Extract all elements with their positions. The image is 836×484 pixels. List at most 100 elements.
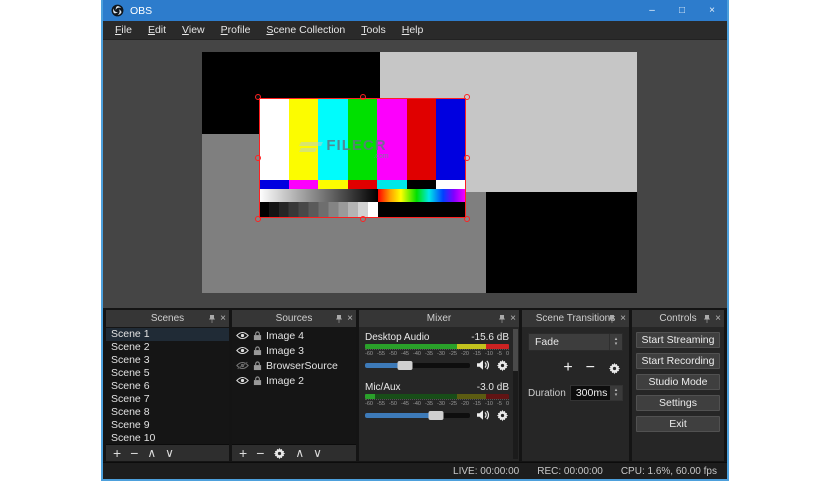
start-recording-button[interactable]: Start Recording [636, 353, 720, 369]
scene-list-item[interactable]: Scene 8 [106, 406, 229, 419]
resize-handle-top-right[interactable] [464, 94, 470, 100]
meter-tick-label: -30 [437, 351, 445, 357]
pin-icon[interactable] [208, 315, 216, 323]
move-source-down-button[interactable]: ∨ [313, 447, 322, 459]
lock-icon[interactable] [253, 346, 262, 356]
pin-icon[interactable] [703, 315, 711, 323]
resize-handle-left[interactable] [255, 155, 261, 161]
visibility-eye-icon[interactable] [236, 331, 249, 340]
scene-list-item[interactable]: Scene 1 [106, 328, 229, 341]
lock-icon[interactable] [253, 376, 262, 386]
add-scene-button[interactable]: + [113, 447, 121, 459]
meter-tick-label: 0 [506, 401, 509, 407]
scene-list-item[interactable]: Scene 6 [106, 380, 229, 393]
scene-list-item[interactable]: Scene 9 [106, 419, 229, 432]
source-name: Image 3 [266, 345, 304, 357]
settings-button[interactable]: Settings [636, 395, 720, 411]
mixer-scrollbar[interactable] [513, 329, 518, 459]
source-list-item[interactable]: Image 4 [232, 328, 356, 343]
add-transition-button[interactable]: + [563, 360, 572, 376]
menu-help[interactable]: Help [394, 24, 432, 36]
menu-scene-collection[interactable]: Scene Collection [258, 24, 353, 36]
dock-close-icon[interactable]: × [510, 315, 516, 323]
resize-handle-top[interactable] [360, 94, 366, 100]
meter-tick-label: -5 [497, 401, 502, 407]
resize-handle-bottom-right[interactable] [464, 216, 470, 222]
exit-button[interactable]: Exit [636, 416, 720, 432]
spin-down-icon[interactable]: ▾ [615, 342, 618, 347]
visibility-eye-off-icon[interactable] [236, 361, 249, 370]
source-list-item[interactable]: Image 3 [232, 343, 356, 358]
spin-down-icon[interactable]: ▾ [615, 393, 618, 398]
watermark-text: FILECR [326, 138, 386, 153]
channel-settings-gear-icon[interactable] [496, 359, 509, 372]
menu-view[interactable]: View [174, 24, 213, 36]
dock-close-icon[interactable]: × [620, 315, 626, 323]
dock-close-icon[interactable]: × [220, 315, 226, 323]
visibility-eye-icon[interactable] [236, 376, 249, 385]
scenes-dock-title: Scenes [151, 313, 184, 324]
volume-meter [365, 394, 509, 399]
scenes-dock-header[interactable]: Scenes × [106, 310, 229, 327]
transition-select[interactable]: Fade ▴ ▾ [528, 333, 623, 351]
volume-slider[interactable] [365, 363, 470, 368]
titlebar[interactable]: OBS – □ × [103, 0, 727, 21]
scene-list-item[interactable]: Scene 3 [106, 354, 229, 367]
pin-icon[interactable] [608, 315, 616, 323]
remove-source-button[interactable]: − [256, 447, 264, 459]
dock-close-icon[interactable]: × [715, 315, 721, 323]
scene-list-item[interactable]: Scene 7 [106, 393, 229, 406]
resize-handle-right[interactable] [464, 155, 470, 161]
menu-profile[interactable]: Profile [213, 24, 259, 36]
lock-icon[interactable] [253, 331, 262, 341]
channel-settings-gear-icon[interactable] [496, 409, 509, 422]
selected-source-color-bars[interactable]: FILECR .com [259, 98, 466, 218]
move-scene-down-button[interactable]: ∨ [165, 447, 174, 459]
transitions-dock-header[interactable]: Scene Transitions × [522, 310, 629, 327]
source-list-item[interactable]: BrowserSource [232, 358, 356, 373]
meter-tick-label: -35 [425, 401, 433, 407]
dock-close-icon[interactable]: × [347, 315, 353, 323]
transitions-body: Fade ▴ ▾ + − Duration 300ms [522, 327, 629, 401]
resize-handle-bottom[interactable] [360, 216, 366, 222]
volume-slider-handle[interactable] [429, 411, 444, 420]
speaker-icon[interactable] [476, 359, 490, 371]
remove-scene-button[interactable]: − [130, 447, 138, 459]
pin-icon[interactable] [498, 315, 506, 323]
controls-dock-header[interactable]: Controls × [632, 310, 724, 327]
minimize-button[interactable]: – [637, 0, 667, 21]
menu-tools[interactable]: Tools [353, 24, 394, 36]
scene-list-item[interactable]: Scene 10 [106, 432, 229, 444]
menu-edit[interactable]: Edit [140, 24, 174, 36]
sources-dock-header[interactable]: Sources × [232, 310, 356, 327]
source-list-item[interactable]: Image 2 [232, 373, 356, 388]
start-streaming-button[interactable]: Start Streaming [636, 332, 720, 348]
move-scene-up-button[interactable]: ∧ [147, 447, 156, 459]
studio-mode-button[interactable]: Studio Mode [636, 374, 720, 390]
scene-list-item[interactable]: Scene 2 [106, 341, 229, 354]
source-properties-gear-icon[interactable] [273, 447, 286, 460]
meter-tick-label: -5 [497, 351, 502, 357]
visibility-eye-icon[interactable] [236, 346, 249, 355]
resize-handle-top-left[interactable] [255, 94, 261, 100]
resize-handle-bottom-left[interactable] [255, 216, 261, 222]
speaker-icon[interactable] [476, 409, 490, 421]
close-button[interactable]: × [697, 0, 727, 21]
add-source-button[interactable]: + [239, 447, 247, 459]
scrollbar-thumb[interactable] [513, 329, 518, 371]
mixer-dock-header[interactable]: Mixer × [359, 310, 519, 327]
volume-slider[interactable] [365, 413, 470, 418]
duration-spinbox[interactable]: 300ms ▴ ▾ [570, 385, 623, 401]
pin-icon[interactable] [335, 315, 343, 323]
maximize-button[interactable]: □ [667, 0, 697, 21]
lock-icon[interactable] [253, 361, 262, 371]
volume-slider-handle[interactable] [397, 361, 412, 370]
menu-file[interactable]: File [107, 24, 140, 36]
combo-spinner[interactable]: ▴ ▾ [609, 334, 622, 350]
transition-properties-gear-icon[interactable] [608, 362, 621, 375]
scene-list-item[interactable]: Scene 5 [106, 367, 229, 380]
remove-transition-button[interactable]: − [586, 360, 595, 376]
scene-item-black-bottom-right[interactable] [486, 192, 637, 293]
duration-spinner[interactable]: ▴ ▾ [610, 386, 622, 400]
move-source-up-button[interactable]: ∧ [295, 447, 304, 459]
